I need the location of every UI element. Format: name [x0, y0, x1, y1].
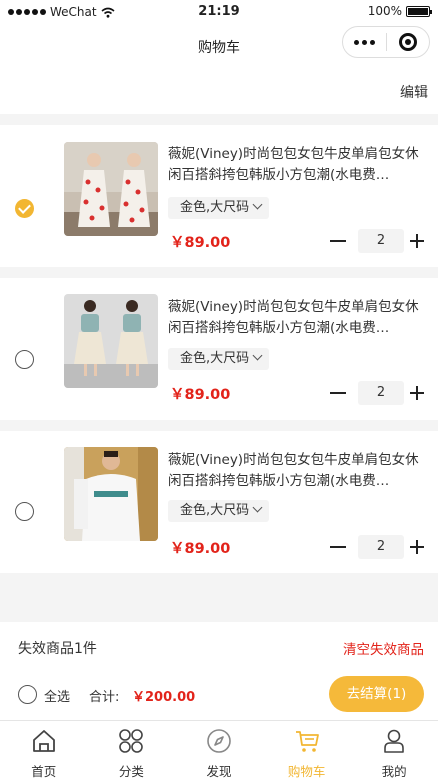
select-all-label[interactable]: 全选 [44, 686, 70, 705]
miniprogram-capsule [342, 26, 430, 58]
quantity-value[interactable]: 2 [358, 535, 404, 559]
battery-icon [406, 5, 432, 17]
cart-item: 薇妮(Viney)时尚包包女包牛皮单肩包女休闲百搭斜挎包韩版小方包潮(水电费… … [0, 278, 438, 420]
status-right: 100% [367, 4, 432, 18]
product-title[interactable]: 薇妮(Viney)时尚包包女包牛皮单肩包女休闲百搭斜挎包韩版小方包潮(水电费… [168, 450, 426, 492]
more-icon[interactable] [343, 39, 386, 45]
compass-icon [207, 729, 231, 753]
cart-item: 薇妮(Viney)时尚包包女包牛皮单肩包女休闲百搭斜挎包韩版小方包潮(水电费… … [0, 125, 438, 267]
chevron-down-icon [252, 199, 263, 210]
quantity-value[interactable]: 2 [358, 381, 404, 405]
increase-quantity-button[interactable] [410, 386, 424, 400]
quantity-stepper: 2 [330, 381, 424, 405]
tab-category[interactable]: 分类 [88, 721, 176, 780]
tab-label: 分类 [118, 764, 144, 779]
invalid-goods-count: 失效商品1件 [18, 641, 97, 657]
sku-selector[interactable]: 金色,大尺码 [168, 197, 270, 219]
edit-bar: 编辑 [0, 68, 438, 114]
checkout-bar: 全选 合计: ￥200.00 去结算(1) [0, 672, 438, 720]
tab-label: 购物车 [287, 764, 326, 779]
item-checkbox-checked[interactable] [15, 199, 34, 218]
sku-label: 金色,大尺码 [180, 351, 250, 366]
cart-icon [295, 731, 319, 752]
decrease-quantity-button[interactable] [330, 240, 346, 242]
status-bar: WeChat 21:19 100% [0, 0, 438, 24]
tab-cart[interactable]: 购物车 [263, 721, 351, 780]
product-price: ￥89.00 [170, 235, 231, 251]
tab-bar: 首页 分类 发现 购物车 我的 [0, 720, 438, 780]
quantity-value[interactable]: 2 [358, 229, 404, 253]
total-label: 合计: [89, 690, 120, 705]
product-thumbnail-outfit[interactable] [64, 294, 158, 388]
user-icon [384, 729, 404, 753]
tab-label: 我的 [381, 764, 407, 779]
decrease-quantity-button[interactable] [330, 392, 346, 394]
tab-discover[interactable]: 发现 [175, 721, 263, 780]
increase-quantity-button[interactable] [410, 540, 424, 554]
select-all-checkbox[interactable] [18, 685, 37, 704]
product-title[interactable]: 薇妮(Viney)时尚包包女包牛皮单肩包女休闲百搭斜挎包韩版小方包潮(水电费… [168, 144, 426, 186]
edit-button[interactable]: 编辑 [400, 82, 428, 102]
sku-selector[interactable]: 金色,大尺码 [168, 348, 270, 370]
product-price: ￥89.00 [170, 387, 231, 403]
tab-label: 发现 [206, 764, 232, 779]
close-miniprogram-icon[interactable] [386, 33, 429, 51]
invalid-goods-bar: 失效商品1件 清空失效商品 [0, 622, 438, 672]
decrease-quantity-button[interactable] [330, 546, 346, 548]
checkout-button[interactable]: 去结算(1) [329, 676, 424, 712]
home-icon [32, 730, 55, 752]
chevron-down-icon [252, 502, 263, 513]
product-price: ￥89.00 [170, 541, 231, 557]
cart-item: 薇妮(Viney)时尚包包女包牛皮单肩包女休闲百搭斜挎包韩版小方包潮(水电费… … [0, 431, 438, 573]
item-checkbox[interactable] [15, 502, 34, 521]
clear-invalid-goods-button[interactable]: 清空失效商品 [343, 638, 424, 658]
nav-bar: 购物车 [0, 24, 438, 68]
tab-home[interactable]: 首页 [0, 721, 88, 780]
quantity-stepper: 2 [330, 535, 424, 559]
battery-percent: 100% [367, 4, 402, 18]
tab-profile[interactable]: 我的 [350, 721, 438, 780]
sku-label: 金色,大尺码 [180, 503, 250, 518]
tab-label: 首页 [31, 764, 57, 779]
product-thumbnail-dress[interactable] [64, 142, 158, 236]
total-amount: ￥200.00 [132, 690, 196, 705]
product-title[interactable]: 薇妮(Viney)时尚包包女包牛皮单肩包女休闲百搭斜挎包韩版小方包潮(水电费… [168, 297, 426, 339]
sku-selector[interactable]: 金色,大尺码 [168, 500, 270, 522]
sku-label: 金色,大尺码 [180, 200, 250, 215]
chevron-down-icon [252, 350, 263, 361]
product-thumbnail-sweater[interactable] [64, 447, 158, 541]
item-checkbox[interactable] [15, 350, 34, 369]
increase-quantity-button[interactable] [410, 234, 424, 248]
quantity-stepper: 2 [330, 229, 424, 253]
category-icon [119, 729, 144, 753]
